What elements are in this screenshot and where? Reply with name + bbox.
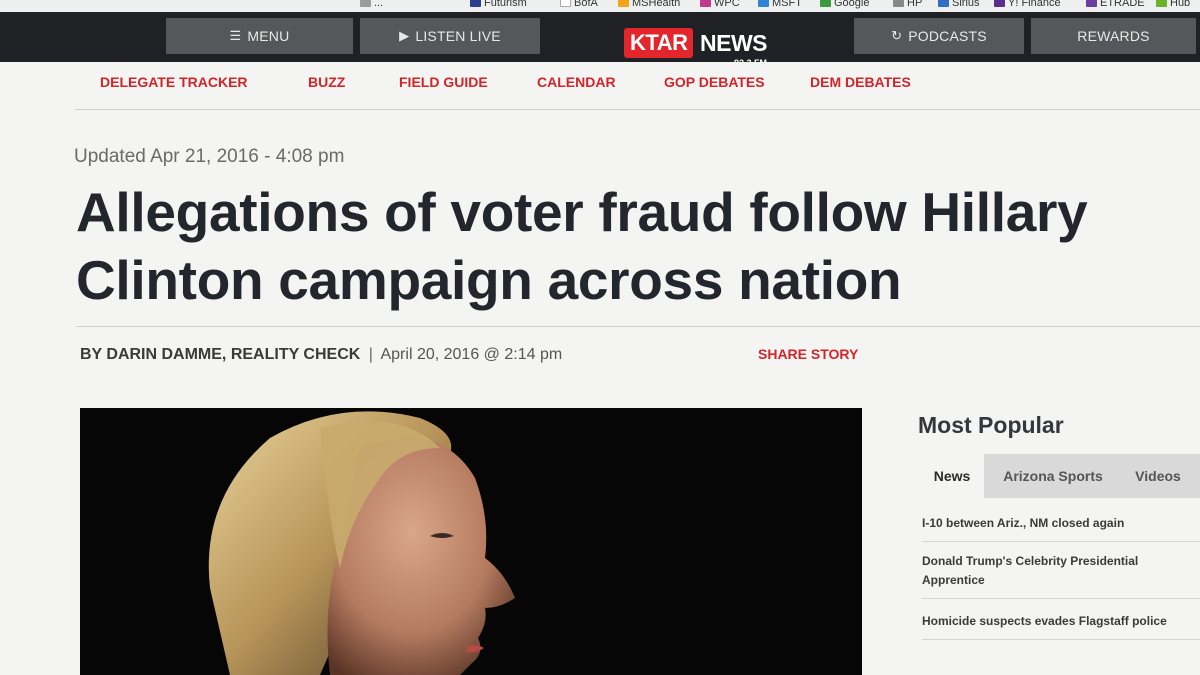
- updated-timestamp: Updated Apr 21, 2016 - 4:08 pm: [74, 146, 345, 167]
- page-content: DELEGATE TRACKER BUZZ FIELD GUIDE CALEND…: [0, 62, 1200, 675]
- nav-delegate-tracker[interactable]: DELEGATE TRACKER: [100, 74, 248, 90]
- article-byline: BY DARIN DAMME, REALITY CHECK | April 20…: [80, 346, 562, 364]
- bookmark-item[interactable]: WPC: [700, 0, 740, 10]
- listen-live-button[interactable]: ▶ LISTEN LIVE: [360, 18, 540, 54]
- section-nav: DELEGATE TRACKER BUZZ FIELD GUIDE CALEND…: [75, 62, 1200, 110]
- tab-arizona-sports[interactable]: Arizona Sports: [986, 454, 1120, 498]
- bookmark-item[interactable]: ETRADE: [1086, 0, 1145, 10]
- site-header: ☰ MENU ▶ LISTEN LIVE KTAR NEWS 92.3 FM ↻…: [0, 12, 1200, 68]
- bookmark-item[interactable]: Google: [820, 0, 869, 10]
- bookmark-favicon-icon: [560, 0, 571, 7]
- bookmark-item[interactable]: Futurism: [470, 0, 527, 10]
- most-popular-sidebar: Most Popular News Arizona Sports Videos …: [918, 402, 1200, 675]
- bookmark-favicon-icon: [1156, 0, 1167, 7]
- hamburger-icon: ☰: [229, 28, 242, 43]
- divider: [76, 326, 1200, 327]
- menu-button[interactable]: ☰ MENU: [166, 18, 353, 54]
- bookmark-item[interactable]: HP: [893, 0, 922, 10]
- bookmark-item[interactable]: ...: [360, 0, 383, 10]
- byline-separator: |: [368, 346, 373, 363]
- sidebar-tabs: News Arizona Sports Videos: [920, 454, 1200, 498]
- share-story-button[interactable]: SHARE STORY: [758, 346, 858, 362]
- bookmark-favicon-icon: [470, 0, 481, 7]
- byline-author[interactable]: BY DARIN DAMME, REALITY CHECK: [80, 346, 360, 363]
- bookmark-item[interactable]: MSHealth: [618, 0, 680, 10]
- article-headline: Allegations of voter fraud follow Hillar…: [76, 181, 1088, 311]
- bookmark-favicon-icon: [700, 0, 711, 7]
- tab-videos[interactable]: Videos: [1122, 454, 1194, 498]
- bookmark-favicon-icon: [893, 0, 904, 7]
- popular-item[interactable]: Donald Trump's Celebrity Presidential Ap…: [922, 552, 1200, 599]
- tab-news[interactable]: News: [920, 454, 984, 498]
- sidebar-title: Most Popular: [918, 412, 1064, 438]
- popular-item[interactable]: Homicide suspects evades Flagstaff polic…: [922, 612, 1200, 640]
- nav-buzz[interactable]: BUZZ: [308, 74, 345, 90]
- nav-dem-debates[interactable]: DEM DEBATES: [810, 74, 911, 90]
- refresh-icon: ↻: [891, 28, 903, 43]
- bookmark-item[interactable]: BofA: [560, 0, 598, 10]
- rewards-button[interactable]: REWARDS: [1031, 18, 1196, 54]
- bookmark-item[interactable]: Sirius: [938, 0, 980, 10]
- bookmark-favicon-icon: [938, 0, 949, 7]
- portrait-photo: [80, 408, 862, 675]
- bookmark-favicon-icon: [1086, 0, 1097, 7]
- bookmark-item[interactable]: MSFT: [758, 0, 802, 10]
- bookmark-favicon-icon: [994, 0, 1005, 7]
- bookmark-item[interactable]: Hub: [1156, 0, 1190, 10]
- article-hero-image: [80, 408, 862, 675]
- bookmark-favicon-icon: [820, 0, 831, 7]
- play-icon: ▶: [399, 28, 410, 43]
- byline-date: April 20, 2016 @ 2:14 pm: [380, 346, 563, 363]
- popular-item[interactable]: I-10 between Ariz., NM closed again: [922, 514, 1200, 542]
- podcasts-button[interactable]: ↻ PODCASTS: [854, 18, 1024, 54]
- bookmark-favicon-icon: [618, 0, 629, 7]
- bookmark-favicon-icon: [360, 0, 371, 7]
- nav-gop-debates[interactable]: GOP DEBATES: [664, 74, 765, 90]
- nav-calendar[interactable]: CALENDAR: [537, 74, 616, 90]
- bookmark-item[interactable]: Y! Finance: [994, 0, 1061, 10]
- nav-field-guide[interactable]: FIELD GUIDE: [399, 74, 488, 90]
- bookmark-favicon-icon: [758, 0, 769, 7]
- browser-bookmarks-bar: ... Futurism BofA MSHealth WPC MSFT Goog…: [0, 0, 1200, 12]
